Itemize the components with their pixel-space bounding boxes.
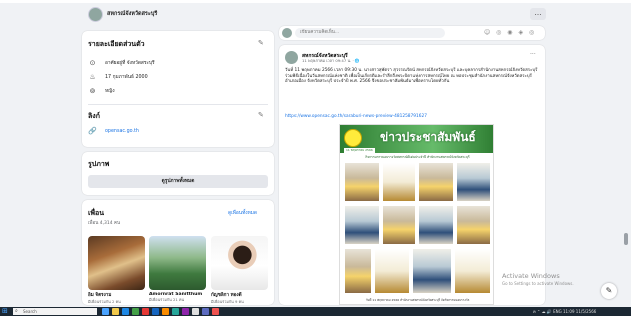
page-avatar[interactable] <box>88 7 103 22</box>
taskbar-search-text: Search <box>23 309 37 314</box>
photo-cell <box>374 248 410 294</box>
windows-start-icon[interactable]: ⊞ <box>2 308 9 315</box>
photos-card: รูปภาพ ดูรูปภาพทั้งหมด <box>82 152 274 195</box>
mutual-friends: มีเพื่อนร่วมกัน 9 คน <box>211 299 244 304</box>
mutual-friends: มีเพื่อนร่วมกัน 21 คน <box>149 297 185 302</box>
intro-item-text: 17 กุมภาพันธ์ 2000 <box>105 75 148 80</box>
post-image[interactable]: ข่าวประชาสัมพันธ์ 11 พฤษภาคม 2566 กิจกรร… <box>339 124 494 305</box>
app-icon[interactable] <box>212 308 219 315</box>
photo-cell <box>382 205 416 245</box>
photo-cell <box>454 248 491 294</box>
search-icon: ⌕ <box>15 308 18 314</box>
banner-title: ข่าวประชาสัมพันธ์ <box>380 130 476 144</box>
file-explorer-icon[interactable] <box>112 308 119 315</box>
post-card: สหกรณ์จังหวัดสระบุรี 11 พฤษภาคม เวลา 09:… <box>279 45 545 305</box>
post-body-text: วันที่ 11 พฤษภาคม 2566 เวลา 09:30 น. นาง… <box>285 68 538 85</box>
photo-cell <box>412 248 452 294</box>
photo-cell <box>344 162 380 202</box>
intro-item-location: ⊙ อาศัยอยู่ที่ จังหวัดสระบุรี <box>88 59 155 67</box>
post-author-avatar[interactable] <box>285 51 298 64</box>
intro-card: รายละเอียดส่วนตัว ✎ ⊙ อาศัยอยู่ที่ จังหว… <box>82 31 274 147</box>
edit-links-pencil-icon[interactable]: ✎ <box>258 111 264 119</box>
post-url-link[interactable]: https://www.opensac.go.th/saraburi-news-… <box>285 114 427 119</box>
composer-avatar <box>282 28 292 38</box>
photo-cell <box>418 162 454 202</box>
friend-photo[interactable] <box>149 236 206 290</box>
website-link[interactable]: 🔗 opensac.go.th <box>88 127 139 135</box>
page-scrollbar[interactable] <box>624 233 628 245</box>
acrobat-icon[interactable] <box>142 308 149 315</box>
intro-item-text: หญิง <box>105 89 115 94</box>
friend-item[interactable]: Amornrat Sanitthum มีเพื่อนร่วมกัน 21 คน <box>149 236 206 303</box>
gender-icon: ⊚ <box>89 87 96 95</box>
birthday-cake-icon: ♨ <box>89 73 96 81</box>
taskbar-search-input[interactable]: ⌕ Search <box>13 308 97 315</box>
links-heading: ลิงก์ <box>88 112 100 120</box>
taskbar-apps <box>102 308 219 315</box>
excel-icon[interactable] <box>132 308 139 315</box>
reaction-icons[interactable]: ☺ ◎ ◉ ◈ ◎ <box>484 29 536 36</box>
edit-pencil-icon[interactable]: ✎ <box>258 39 264 47</box>
intro-divider <box>88 104 268 105</box>
chrome-icon[interactable] <box>192 308 199 315</box>
taskview-icon[interactable] <box>102 308 109 315</box>
photo-cell <box>456 205 491 245</box>
see-all-photos-button[interactable]: ดูรูปภาพทั้งหมด <box>88 175 268 188</box>
powerpoint-icon[interactable] <box>162 308 169 315</box>
app-icon[interactable] <box>172 308 179 315</box>
edge-icon[interactable] <box>122 308 129 315</box>
photo-cell <box>418 205 454 245</box>
compose-icon: ✎ <box>605 286 613 295</box>
watermark-line1: Activate Windows <box>502 272 560 280</box>
website-link-text[interactable]: opensac.go.th <box>105 129 139 134</box>
friend-name[interactable]: กัญชลิกา ทองดี <box>211 292 268 299</box>
more-options-button[interactable]: … <box>530 8 546 20</box>
see-all-friends-link[interactable]: ดูเพื่อนทั้งหมด <box>228 209 257 217</box>
friend-photo[interactable] <box>211 236 268 290</box>
photo-cell <box>344 248 372 294</box>
photos-heading: รูปภาพ <box>88 160 110 168</box>
page-title[interactable]: สหกรณ์จังหวัดสระบุรี <box>107 10 157 18</box>
friends-heading: เพื่อน <box>88 209 104 217</box>
activate-windows-watermark: Activate Windows Go to Settings to activ… <box>502 272 574 286</box>
browser-strip <box>0 0 631 3</box>
comment-input[interactable]: เขียนความคิดเห็น... <box>295 28 445 38</box>
post-timestamp[interactable]: 11 พฤษภาคม เวลา 09:47 น. · 🌐 <box>302 58 360 64</box>
friends-card: เพื่อน ดูเพื่อนทั้งหมด เพื่อน 4,314 คน อ… <box>82 200 274 305</box>
photo-cell <box>382 162 416 202</box>
friend-count: เพื่อน 4,314 คน <box>88 221 121 226</box>
friend-item[interactable]: กัญชลิกา ทองดี มีเพื่อนร่วมกัน 9 คน <box>211 236 268 305</box>
system-tray[interactable]: ค ⌃ ☁ 🔊 ENG 11:09 11/5/2566 <box>533 308 596 315</box>
post-more-icon[interactable]: ··· <box>530 51 536 58</box>
banner-date-tag: 11 พฤษภาคม 2566 <box>344 148 375 153</box>
page-header: สหกรณ์จังหวัดสระบุรี … <box>0 0 631 26</box>
photo-cell <box>456 162 491 202</box>
word-icon[interactable] <box>152 308 159 315</box>
intro-item-birthday: ♨ 17 กุมภาพันธ์ 2000 <box>88 73 148 81</box>
new-message-button[interactable]: ✎ <box>601 283 617 299</box>
friend-item[interactable]: อิม จิตรงาม มีเพื่อนร่วมกัน 2 คน <box>88 236 145 305</box>
app-icon[interactable] <box>202 308 209 315</box>
link-icon: 🔗 <box>88 127 97 135</box>
windows-taskbar: ⊞ ⌕ Search ค ⌃ ☁ 🔊 ENG 11:09 11/5/2566 <box>0 307 631 316</box>
watermark-line2: Go to Settings to activate Windows. <box>502 281 574 286</box>
app-icon[interactable] <box>182 308 189 315</box>
mutual-friends: มีเพื่อนร่วมกัน 2 คน <box>88 299 121 304</box>
image-caption: กิจกรรมการมอบรางวัลสหกรณ์ดีเด่นประจำปี ส… <box>365 155 470 159</box>
location-pin-icon: ⊙ <box>89 59 96 67</box>
intro-heading: รายละเอียดส่วนตัว <box>88 40 145 48</box>
image-footer-text: วันที่ 11 พฤษภาคม 2566 สำนักงานสหกรณ์จัง… <box>365 298 470 302</box>
cooperative-logo-icon <box>344 129 362 147</box>
intro-item-text: อาศัยอยู่ที่ จังหวัดสระบุรี <box>105 61 155 66</box>
photo-cell <box>344 205 380 245</box>
composer-bar: เขียนความคิดเห็น... ☺ ◎ ◉ ◈ ◎ <box>279 26 545 40</box>
intro-item-gender: ⊚ หญิง <box>88 87 115 95</box>
friend-photo[interactable] <box>88 236 145 290</box>
friend-name[interactable]: อิม จิตรงาม <box>88 292 145 299</box>
